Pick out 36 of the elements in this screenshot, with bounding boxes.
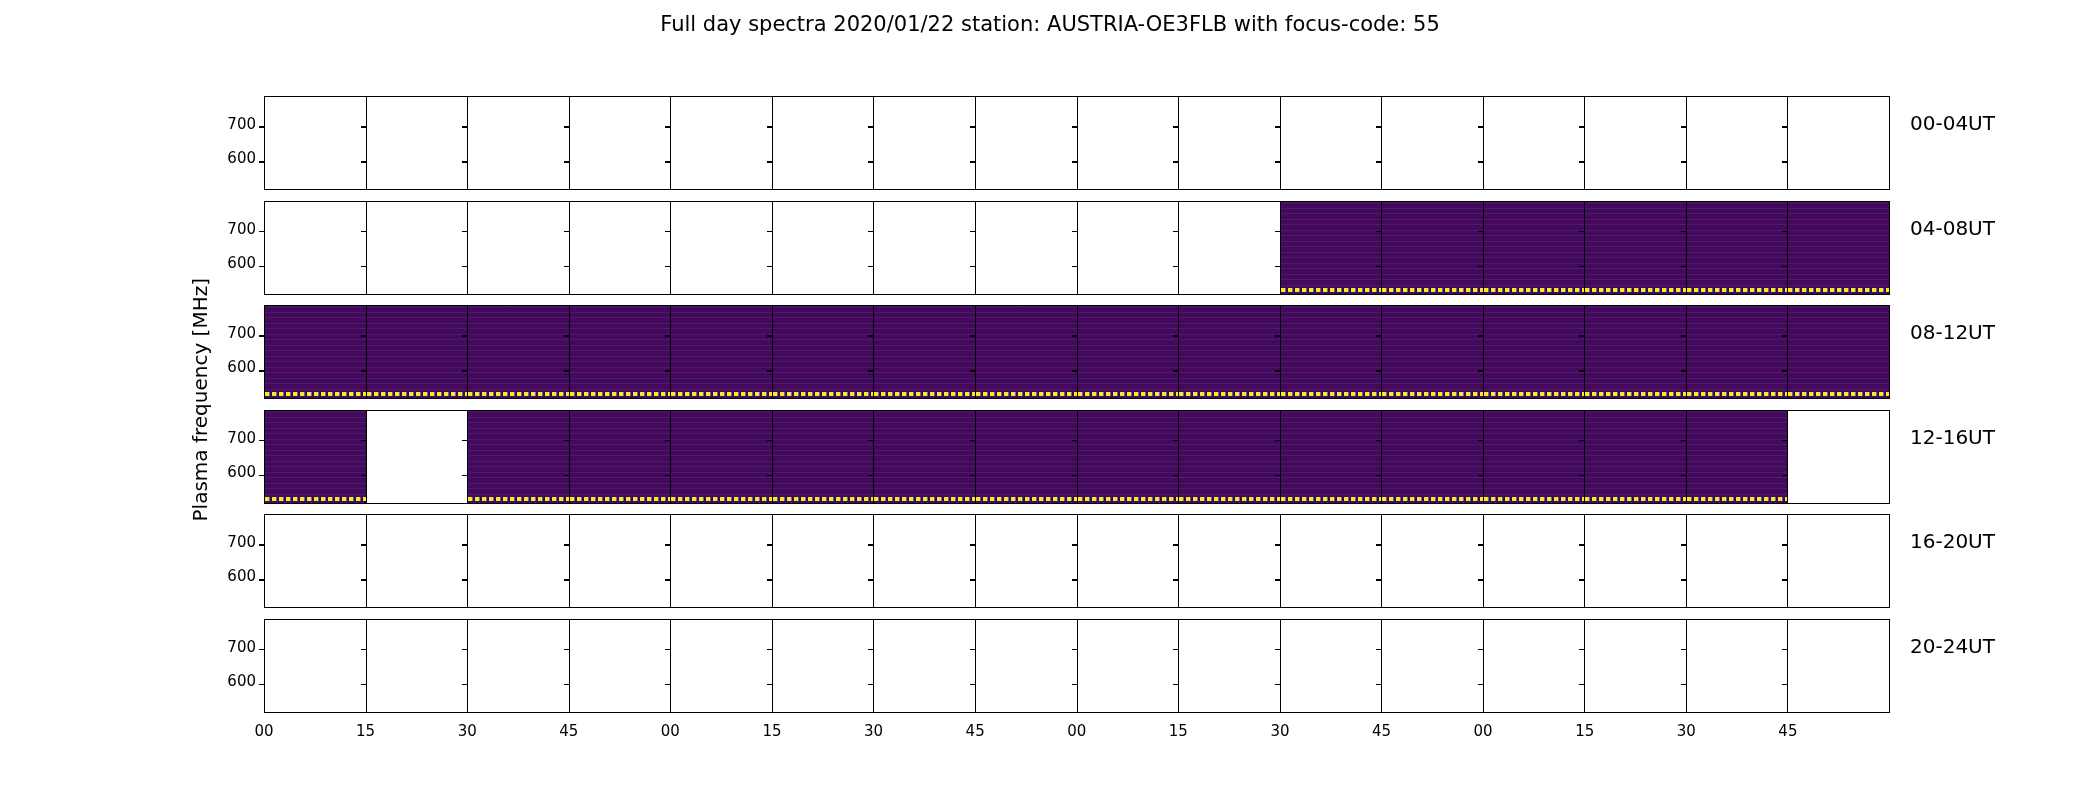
x-tick-label: 45 (1372, 722, 1392, 740)
x-tick-label: 30 (1270, 722, 1290, 740)
x-tick-label: 30 (864, 722, 884, 740)
time-range-label: 12-16UT (1910, 423, 1995, 451)
x-tick-label: 45 (965, 722, 985, 740)
time-range-label: 00-04UT (1910, 110, 1995, 137)
y-tick-label: 600 (227, 463, 256, 481)
y-tick-label: 700 (227, 534, 256, 551)
x-tick-label: 15 (1575, 722, 1595, 740)
x-tick-label: 15 (1168, 722, 1188, 740)
x-tick-label: 00 (1067, 722, 1087, 740)
time-range-label: 20-24UT (1910, 632, 1995, 660)
time-range-label: 16-20UT (1910, 528, 1995, 555)
x-tick-label: 30 (457, 722, 477, 740)
x-tick-label: 00 (1473, 722, 1493, 740)
y-tick-label: 700 (227, 429, 256, 447)
y-tick-label: 700 (227, 220, 256, 238)
x-tick-label: 45 (559, 722, 579, 740)
y-tick-label: 600 (227, 254, 256, 272)
time-range-label: 08-12UT (1910, 319, 1995, 346)
y-tick-label: 600 (227, 672, 256, 690)
y-tick-label: 700 (227, 325, 256, 342)
x-tick-label: 00 (254, 722, 274, 740)
x-tick-label: 30 (1676, 722, 1696, 740)
y-tick-label: 600 (227, 568, 256, 585)
x-tick-label: 15 (356, 722, 376, 740)
y-axis-label: Plasma frequency [MHz] (188, 277, 212, 522)
y-tick-label: 600 (227, 359, 256, 376)
x-tick-label: 15 (762, 722, 782, 740)
y-tick-label: 600 (227, 150, 256, 167)
y-tick-label: 700 (227, 638, 256, 656)
y-tick-label: 700 (227, 116, 256, 133)
time-range-label: 04-08UT (1910, 214, 1995, 242)
x-tick-label: 00 (660, 722, 680, 740)
x-tick-label: 45 (1778, 722, 1798, 740)
figure-title: Full day spectra 2020/01/22 station: AUSTRIA-OE3FLB with focus-code: 55 (659, 12, 1441, 38)
